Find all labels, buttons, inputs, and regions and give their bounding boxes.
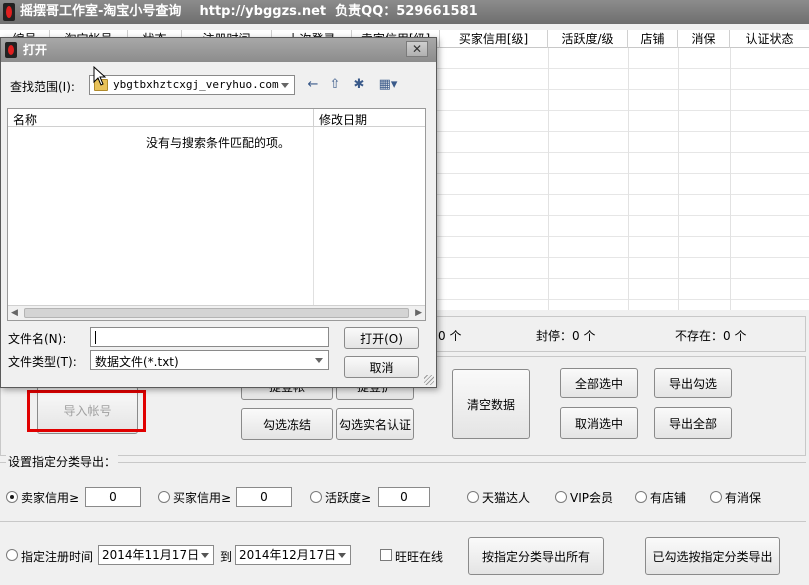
mouse-cursor-icon: [93, 66, 107, 86]
chevron-down-icon: [281, 83, 289, 88]
stat-count: 0 个: [438, 329, 462, 343]
view-menu-icon[interactable]: ▦▾: [375, 76, 401, 94]
seller-credit-label: 卖家信用≥: [21, 491, 80, 505]
new-folder-icon[interactable]: ✱: [350, 76, 368, 94]
column-divider: [313, 127, 314, 305]
col-name-header[interactable]: 名称: [13, 111, 37, 128]
date-from-picker[interactable]: 2014年11月17日: [98, 545, 214, 565]
select-frozen-button[interactable]: 勾选冻结: [241, 408, 333, 440]
col-date-header[interactable]: 修改日期: [319, 111, 367, 128]
seller-credit-radio[interactable]: [6, 491, 18, 503]
highlight-box: [27, 390, 146, 432]
resize-grip-icon[interactable]: [424, 375, 434, 385]
grid-divider: [628, 48, 629, 310]
grid-divider: [548, 48, 549, 310]
export-checked-by-category-button[interactable]: 已勾选按指定分类导出: [645, 537, 780, 575]
wangwang-online-label: 旺旺在线: [395, 550, 444, 564]
up-folder-icon[interactable]: ⇧: [326, 76, 344, 94]
col-header-certification[interactable]: 认证状态: [730, 30, 809, 48]
scroll-right-icon[interactable]: ▶: [415, 308, 422, 318]
vip-radio[interactable]: [555, 491, 567, 503]
filetype-value: 数据文件(*.txt): [95, 355, 179, 369]
export-all-button[interactable]: 导出全部: [654, 407, 732, 439]
reg-time-radio[interactable]: [6, 549, 18, 561]
col-header-activity[interactable]: 活跃度/级: [548, 30, 628, 48]
buyer-credit-radio[interactable]: [158, 491, 170, 503]
app-logo-icon: [3, 3, 15, 21]
column-divider: [313, 109, 314, 127]
clear-data-button[interactable]: 清空数据: [452, 369, 530, 439]
col-header-buyer-credit[interactable]: 买家信用[级]: [440, 30, 548, 48]
tmall-radio[interactable]: [467, 491, 479, 503]
select-all-button[interactable]: 全部选中: [560, 368, 638, 398]
grid-divider: [678, 48, 679, 310]
scrollbar-thumb[interactable]: [24, 308, 409, 318]
file-list-header: 名称 修改日期: [8, 109, 425, 127]
cancel-select-button[interactable]: 取消选中: [560, 407, 638, 439]
has-shop-label: 有店铺: [650, 491, 687, 505]
category-export-label: 设置指定分类导出：: [6, 453, 119, 470]
chevron-down-icon: [338, 553, 346, 558]
filename-input[interactable]: [90, 327, 329, 347]
activity-label: 活跃度≥: [325, 491, 372, 505]
buyer-credit-input[interactable]: 0: [236, 487, 292, 507]
dialog-titlebar[interactable]: 打开 ✕: [1, 38, 436, 62]
back-icon[interactable]: ←: [304, 76, 322, 94]
lookin-combo[interactable]: ybgtbxhztcxgj_veryhuo.com: [89, 75, 295, 95]
date-to-label: 到: [220, 550, 233, 564]
text-caret: [95, 331, 96, 344]
open-file-dialog: 打开 ✕ 查找范围(I): ybgtbxhztcxgj_veryhuo.com …: [0, 37, 437, 388]
close-icon[interactable]: ✕: [406, 41, 428, 57]
activity-input[interactable]: 0: [378, 487, 430, 507]
buyer-credit-label: 买家信用≥: [173, 491, 232, 505]
filetype-select[interactable]: 数据文件(*.txt): [90, 350, 329, 370]
date-to-picker[interactable]: 2014年12月17日: [235, 545, 351, 565]
seller-credit-input[interactable]: 0: [85, 487, 141, 507]
app-logo-icon: [5, 42, 17, 58]
filename-label: 文件名(N):: [8, 332, 67, 346]
export-checked-button[interactable]: 导出勾选: [654, 368, 732, 398]
tmall-label: 天猫达人: [482, 491, 531, 505]
wangwang-online-checkbox[interactable]: [380, 549, 392, 561]
date-from-value: 2014年11月17日: [102, 548, 200, 562]
has-guarantee-label: 有消保: [725, 491, 762, 505]
main-titlebar: 摇摆哥工作室-淘宝小号查询 http://ybggzs.net 负责QQ：529…: [0, 0, 809, 24]
empty-message: 没有与搜索条件匹配的项。: [146, 136, 291, 150]
stat-notexist: 不存在：0 个: [675, 329, 747, 343]
select-realname-button[interactable]: 勾选实名认证: [336, 408, 414, 440]
date-to-value: 2014年12月17日: [239, 548, 337, 562]
export-by-category-all-button[interactable]: 按指定分类导出所有: [468, 537, 604, 575]
open-button[interactable]: 打开(O): [344, 327, 419, 349]
activity-radio[interactable]: [310, 491, 322, 503]
cancel-button[interactable]: 取消: [344, 356, 419, 378]
stat-frozen: 封停：0 个: [536, 329, 596, 343]
file-list[interactable]: 名称 修改日期 没有与搜索条件匹配的项。 ◀ ▶: [7, 108, 426, 321]
grid-divider: [730, 48, 731, 310]
scroll-left-icon[interactable]: ◀: [11, 308, 18, 318]
has-guarantee-radio[interactable]: [710, 491, 722, 503]
dialog-title: 打开: [23, 43, 48, 57]
reg-time-label: 指定注册时间: [21, 550, 94, 564]
col-header-shop[interactable]: 店铺: [628, 30, 678, 48]
vip-label: VIP会员: [570, 491, 613, 505]
chevron-down-icon: [315, 358, 323, 363]
filetype-label: 文件类型(T):: [8, 355, 77, 369]
window-title: 摇摆哥工作室-淘宝小号查询 http://ybggzs.net 负责QQ：529…: [20, 4, 478, 19]
has-shop-radio[interactable]: [635, 491, 647, 503]
col-header-guarantee[interactable]: 消保: [678, 30, 730, 48]
chevron-down-icon: [201, 553, 209, 558]
horizontal-scrollbar[interactable]: ◀ ▶: [8, 305, 425, 320]
lookin-label: 查找范围(I):: [10, 80, 75, 94]
lookin-value: ybgtbxhztcxgj_veryhuo.com: [113, 78, 279, 91]
